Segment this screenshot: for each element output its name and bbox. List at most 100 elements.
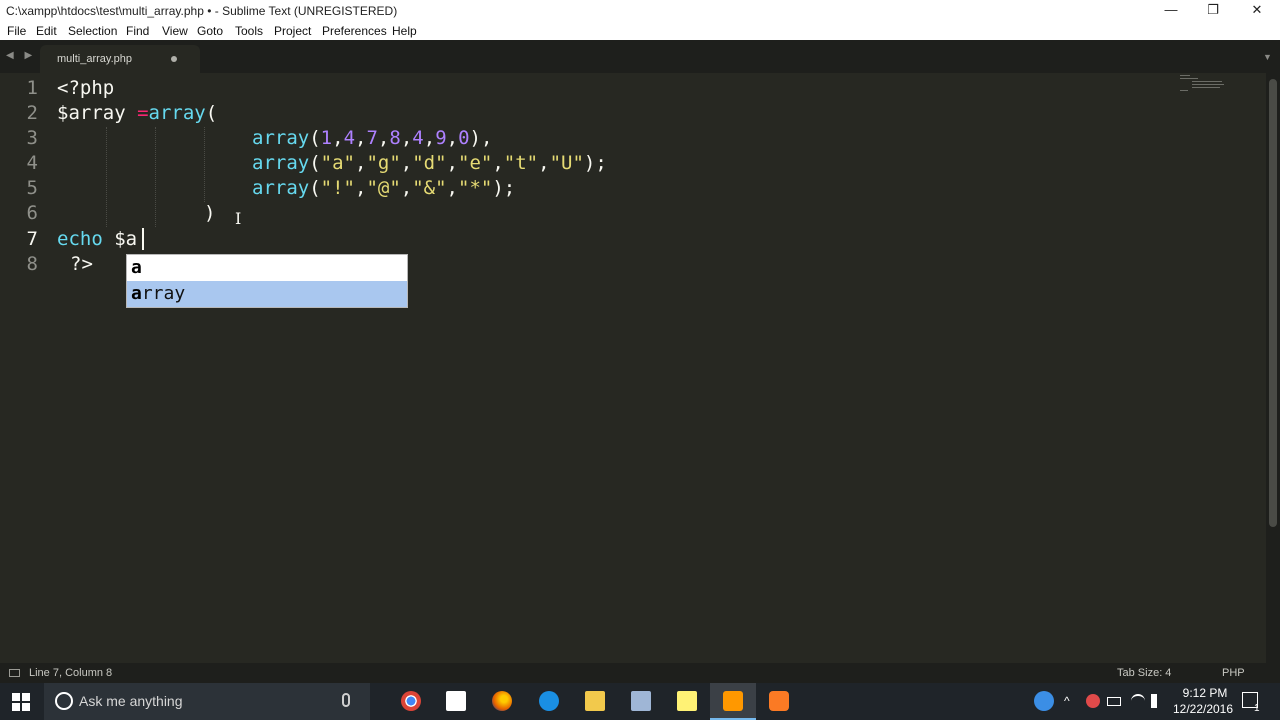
assign-operator: = <box>137 102 149 124</box>
window-title: C:\xampp\htdocs\test\multi_array.php • -… <box>6 4 398 18</box>
line-number: 2 <box>26 102 38 124</box>
minimap-line <box>1192 81 1222 82</box>
indent-guide <box>204 127 205 202</box>
close-paren: ); <box>583 152 607 174</box>
code-line-6: ) <box>204 202 215 224</box>
minimap-line <box>1192 87 1220 88</box>
notification-count: 1 <box>1254 703 1260 714</box>
cursor-position[interactable]: Line 7, Column 8 <box>29 667 112 679</box>
string-literal: "d" <box>412 152 447 174</box>
line-number: 3 <box>26 127 38 149</box>
array-function: array <box>252 152 310 174</box>
autocomplete-match: a <box>131 283 142 304</box>
array-function: array <box>252 177 310 199</box>
menu-project[interactable]: Project <box>274 24 311 38</box>
menu-view[interactable]: View <box>162 24 188 38</box>
line-number: 4 <box>26 152 38 174</box>
minimap-line <box>1180 78 1198 79</box>
array-function: array <box>148 102 206 124</box>
variable-array: $array <box>57 102 138 124</box>
menu-tools[interactable]: Tools <box>235 24 263 38</box>
close-paren: ), <box>469 127 493 149</box>
string-literal: "g" <box>366 152 401 174</box>
tab-size-selector[interactable]: Tab Size: 4 <box>1117 667 1171 679</box>
code-line-5: array("!","@","&","*"); <box>252 177 516 199</box>
autocomplete-match: a <box>131 257 142 278</box>
menu-edit[interactable]: Edit <box>36 24 57 38</box>
autocomplete-item-selected[interactable]: array <box>127 281 407 307</box>
autocomplete-rest: rray <box>141 283 186 304</box>
line-number: 8 <box>26 253 38 275</box>
open-paren: ( <box>309 127 321 149</box>
line-number: 1 <box>26 77 38 99</box>
number-literal: 1 <box>320 127 333 149</box>
volume-icon[interactable] <box>1151 694 1157 708</box>
chevron-up-icon[interactable]: ^ <box>1064 694 1078 708</box>
code-line-2: $array =array( <box>57 102 217 124</box>
line-number-active: 7 <box>26 228 38 250</box>
menu-help[interactable]: Help <box>392 24 417 38</box>
tray-app-icon[interactable] <box>1086 694 1100 708</box>
close-paren: ) <box>204 202 216 224</box>
minimap-line <box>1192 84 1224 85</box>
tab-dropdown-icon[interactable]: ▼ <box>1263 52 1272 62</box>
menu-preferences[interactable]: Preferences <box>322 24 387 38</box>
close-button[interactable]: ✕ <box>1234 0 1280 21</box>
number-literal: 7 <box>366 127 378 149</box>
line-number: 6 <box>26 202 38 224</box>
code-line-1: <?php <box>57 77 114 99</box>
tab-label: multi_array.php <box>57 53 132 65</box>
indent-guide <box>155 127 156 227</box>
minimize-button[interactable]: — <box>1148 0 1194 21</box>
code-line-8: ?> <box>70 253 93 275</box>
echo-keyword: echo <box>57 228 115 250</box>
php-close-tag: ?> <box>70 253 93 275</box>
tab-nav-arrows-icon[interactable]: ◀ ▶ <box>6 50 36 61</box>
autocomplete-popup: a array <box>126 254 408 308</box>
open-paren: ( <box>309 152 321 174</box>
tab-multi-array[interactable]: multi_array.php <box>40 45 200 73</box>
menu-bar: File Edit Selection Find View Goto Tools… <box>0 21 1280 40</box>
code-editor[interactable]: 1 2 3 4 5 6 7 8 <?php $array =array( arr… <box>0 73 1266 663</box>
open-paren: ( <box>205 102 218 124</box>
variable-partial: $a <box>114 228 138 250</box>
menu-goto[interactable]: Goto <box>197 24 223 38</box>
number-literal: 4 <box>412 127 424 149</box>
windows-taskbar: Ask me anything ^ 9:12 PM 12/22/2016 1 <box>0 683 1280 720</box>
array-function: array <box>252 127 310 149</box>
unsaved-dot-icon[interactable] <box>171 56 177 62</box>
string-literal: "t" <box>503 152 539 174</box>
minimap[interactable] <box>1180 75 1230 95</box>
title-bar: C:\xampp\htdocs\test\multi_array.php • -… <box>0 0 1280 21</box>
restore-button[interactable]: ❐ <box>1190 0 1236 21</box>
syntax-selector[interactable]: PHP <box>1222 667 1245 679</box>
menu-find[interactable]: Find <box>126 24 149 38</box>
autocomplete-item[interactable]: a <box>127 255 407 281</box>
system-tray: ^ 9:12 PM 12/22/2016 1 <box>0 683 1280 720</box>
line-number-gutter: 1 2 3 4 5 6 7 8 <box>0 73 48 663</box>
clock-date[interactable]: 12/22/2016 <box>1170 702 1236 716</box>
number-literal: 0 <box>458 127 470 149</box>
code-line-4: array("a","g","d","e","t","U"); <box>252 152 607 174</box>
menu-selection[interactable]: Selection <box>68 24 117 38</box>
string-literal: "U" <box>549 152 584 174</box>
panel-toggle-icon[interactable] <box>9 669 20 677</box>
open-paren: ( <box>309 177 321 199</box>
string-literal: "&" <box>412 177 447 199</box>
wifi-icon[interactable] <box>1131 694 1145 708</box>
text-caret <box>142 228 144 250</box>
battery-icon[interactable] <box>1107 697 1121 706</box>
scrollbar-thumb[interactable] <box>1269 79 1277 527</box>
vertical-scrollbar[interactable] <box>1266 73 1280 663</box>
string-literal: "a" <box>320 152 355 174</box>
code-line-7: echo $a <box>57 228 137 250</box>
code-line-3: array(1,4,7,8,4,9,0), <box>252 127 493 149</box>
php-open-tag: <?php <box>57 77 115 99</box>
update-icon[interactable] <box>1034 691 1054 711</box>
menu-file[interactable]: File <box>7 24 26 38</box>
number-literal: 9 <box>435 127 447 149</box>
clock-time[interactable]: 9:12 PM <box>1180 686 1230 700</box>
number-literal: 4 <box>343 127 356 149</box>
string-literal: "e" <box>458 152 493 174</box>
number-literal: 8 <box>389 127 401 149</box>
